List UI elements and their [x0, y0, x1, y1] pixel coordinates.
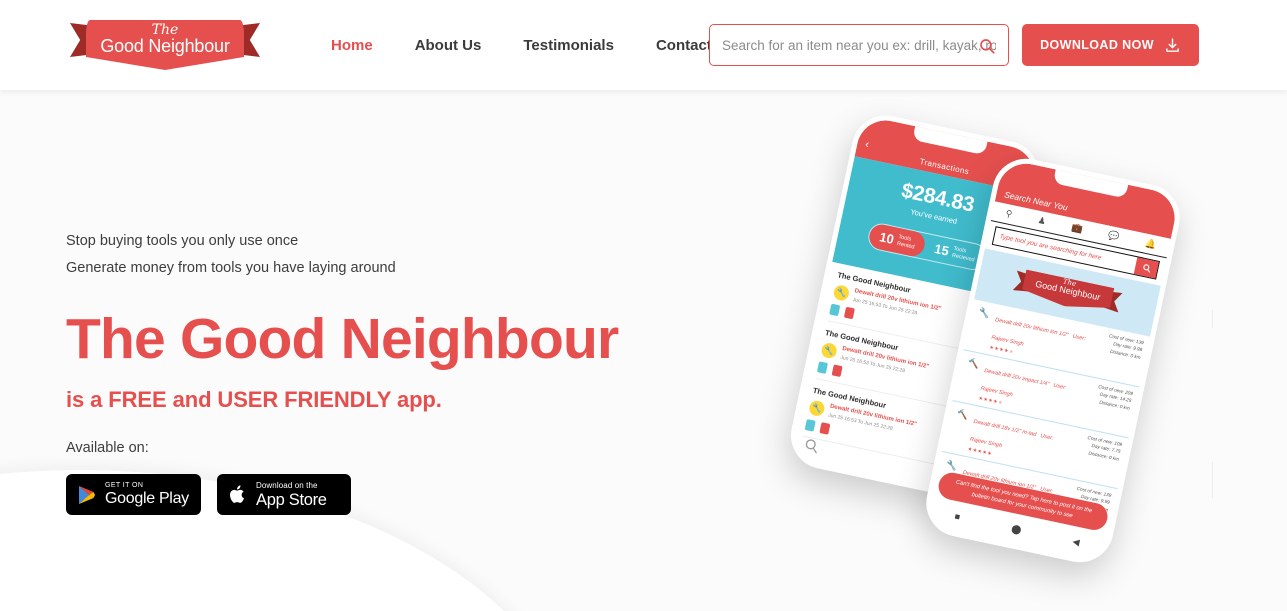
hero-content: Stop buying tools you only use once Gene… [66, 228, 686, 516]
briefcase-icon[interactable]: 💼 [1070, 222, 1084, 235]
chat-action-icon[interactable] [829, 303, 841, 317]
search-icon[interactable] [802, 436, 821, 455]
search-icon[interactable] [1133, 257, 1159, 279]
tool-stats: 10 Tools Rented 15 Tools Recieved [866, 221, 989, 273]
chat-action-icon[interactable] [804, 419, 816, 432]
app-store-badge-small: Download on the [256, 480, 318, 490]
tools-rented-label: Tools Rented [896, 233, 916, 251]
tools-rented-number: 10 [878, 229, 896, 247]
google-play-badge[interactable]: GET IT ON Google Play [66, 474, 201, 516]
google-play-badge-small: GET IT ON [105, 482, 144, 490]
logo-ribbon-body: The Good Neighbour [86, 20, 244, 70]
delete-action-icon[interactable] [819, 422, 831, 435]
recents-icon[interactable]: ■ [954, 511, 961, 522]
app-store-badge-big: App Store [256, 490, 327, 509]
chat-action-icon[interactable] [816, 361, 829, 374]
tool-thumbnail-icon: 🔧 [832, 284, 851, 302]
app-store-badge[interactable]: Download on the App Store [217, 474, 351, 516]
search-result-name: Dewalt drill 20v lithium ion 1/2" [994, 317, 1069, 339]
home-icon[interactable]: ⬤ [1010, 523, 1023, 536]
tool-thumbnail-icon: 🔧 [807, 399, 826, 418]
mini-ribbon-body: The Good Neighbour [1021, 269, 1115, 315]
download-icon [1166, 37, 1179, 52]
tools-received-label: Tools Recieved [951, 245, 976, 263]
download-now-button[interactable]: DOWNLOAD NOW [1022, 24, 1199, 66]
download-now-label: DOWNLOAD NOW [1040, 38, 1154, 52]
nav-item-home[interactable]: Home [310, 37, 394, 54]
tools-rented-stat: 10 Tools Rented [867, 222, 928, 259]
google-play-icon [79, 485, 95, 504]
available-on-label: Available on: [66, 440, 149, 457]
search-icon[interactable] [976, 35, 998, 57]
person-icon[interactable]: ♟ [1037, 215, 1047, 227]
nav-item-about-us[interactable]: About Us [394, 37, 503, 54]
logo-name-text: Good Neighbour [100, 36, 230, 56]
tool-thumbnail-icon: 🔨 [967, 357, 981, 370]
store-badges: GET IT ON Google Play Download on the Ap… [66, 474, 686, 516]
delete-action-icon[interactable] [843, 306, 855, 320]
search-result-user: User: Rajeev Singh [969, 433, 1054, 450]
search-result-meta: Cost of new: 209 Day rate: 14.25 Distanc… [1080, 380, 1133, 412]
search-result-user: User: Rajeev Singh [979, 382, 1067, 399]
search-input[interactable] [710, 25, 1008, 65]
search-result-meta: Cost of new: 139 Day rate: 9.99 Distance… [1091, 329, 1144, 361]
search-result-meta: Cost of new: 109 Day rate: 7.75 Distance… [1069, 431, 1122, 463]
search-box[interactable] [709, 24, 1009, 66]
logo-the-text: The [151, 22, 179, 38]
logo[interactable]: The Good Neighbour [70, 12, 260, 76]
main-navigation: Home About Us Testimonials Contact Us [310, 0, 756, 90]
search-icon-glyph [980, 39, 995, 54]
google-play-badge-big: Google Play [105, 490, 189, 508]
delete-action-icon[interactable] [831, 364, 843, 378]
hero-subline-1: Stop buying tools you only use once [66, 233, 299, 249]
tools-received-number: 15 [933, 241, 951, 259]
chat-icon[interactable]: 💬 [1107, 230, 1120, 243]
tool-thumbnail-icon: 🔧 [978, 306, 992, 319]
hero-subline-2: Generate money from tools you have layin… [66, 259, 396, 276]
page-title: The Good Neighbour [66, 306, 619, 371]
tool-thumbnail-icon: 🔨 [956, 407, 970, 420]
search-icon[interactable]: ⚲ [1005, 208, 1014, 220]
nav-item-testimonials[interactable]: Testimonials [502, 37, 635, 54]
google-play-badge-text: GET IT ON Google Play [105, 482, 189, 507]
app-screenshots-group: Transactions ‹ $284.83 You've earned 10 … [784, 109, 1230, 590]
search-result-name: Dewalt drill 20v impact 1/4" [983, 368, 1050, 388]
apple-icon [230, 485, 244, 504]
search-result-name: Dewalt drill 18v 1/2" m-tad [972, 418, 1037, 439]
app-store-badge-text: Download on the App Store [256, 480, 327, 509]
back-icon[interactable]: ◀ [1072, 536, 1081, 548]
bell-icon[interactable]: 🔔 [1144, 238, 1157, 251]
site-header: The Good Neighbour Home About Us Testimo… [0, 0, 1287, 90]
search-icon-glyph [1142, 264, 1150, 273]
page-root: The Good Neighbour Home About Us Testimo… [0, 0, 1287, 611]
hero-tagline: is a FREE and USER FRIENDLY app. [66, 387, 442, 413]
tool-thumbnail-icon: 🔧 [945, 458, 959, 471]
tool-thumbnail-icon: 🔧 [820, 341, 839, 360]
search-result-user: User: Rajeev Singh [990, 333, 1087, 348]
